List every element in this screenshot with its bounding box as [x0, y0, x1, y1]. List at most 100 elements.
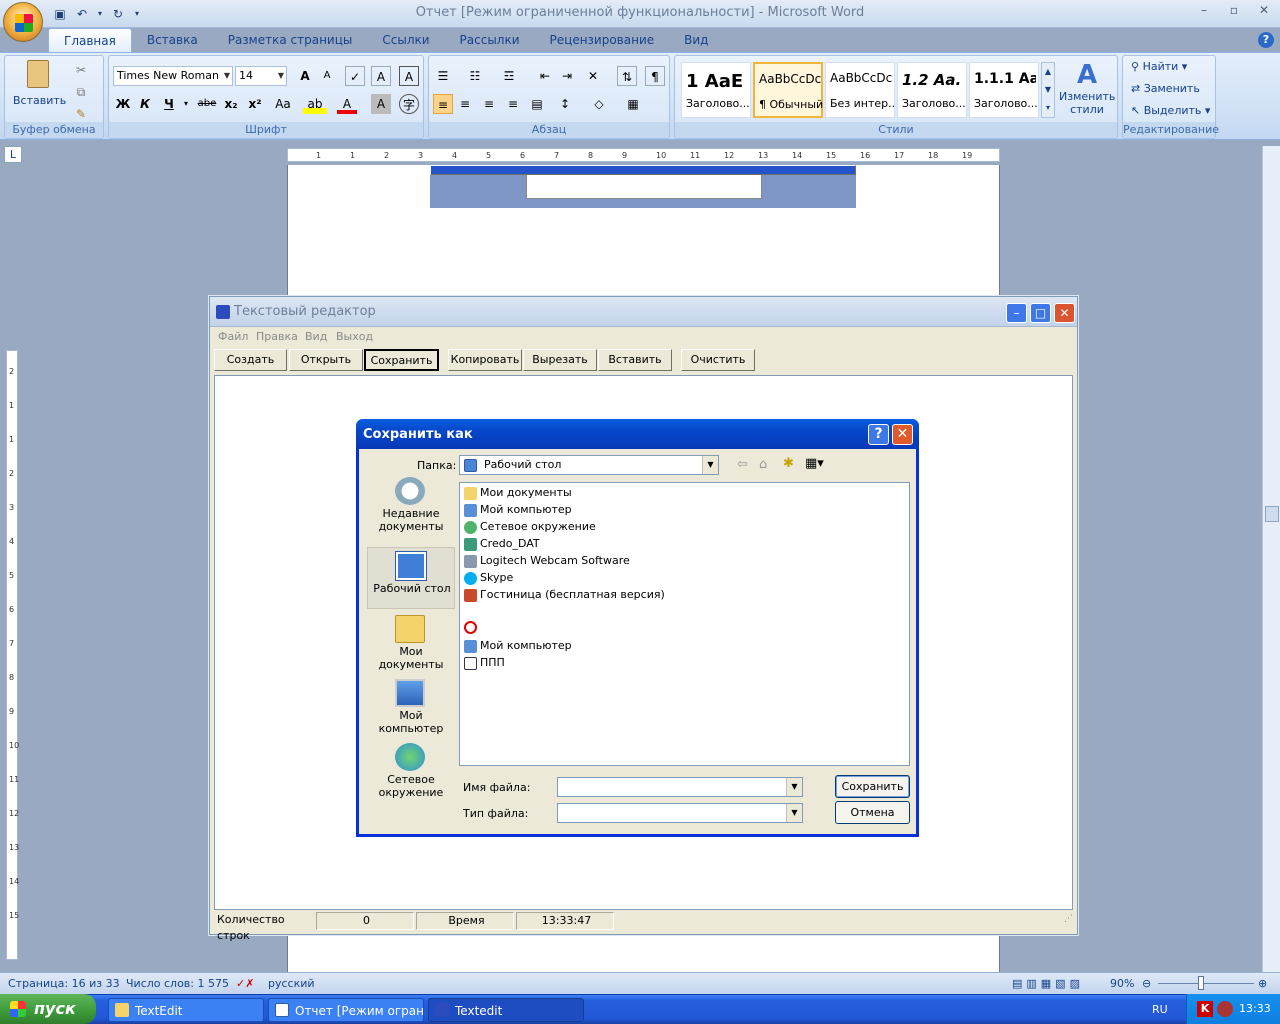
chevron-down-icon[interactable]: ▼ [786, 778, 802, 796]
zoom-in-icon[interactable]: ⊕ [1258, 977, 1267, 990]
numbering-icon[interactable]: ☷ [465, 66, 485, 86]
save-button[interactable]: Сохранить [364, 349, 439, 371]
place-recent[interactable]: Недавние документы [367, 473, 455, 535]
close-icon[interactable]: ✕ [1054, 303, 1075, 323]
style-heading-3[interactable]: 1.1.1 Аа Заголово... [969, 62, 1039, 118]
list-item[interactable]: Logitech Webcam Software [464, 553, 630, 569]
subscript-button[interactable]: x₂ [221, 94, 241, 114]
tab-references[interactable]: Ссылки [367, 28, 444, 52]
menu-edit[interactable]: Правка [256, 330, 298, 343]
cut-icon[interactable]: ✂ [71, 60, 91, 80]
select-button[interactable]: ↖ Выделить ▾ [1131, 104, 1210, 117]
strikethrough-button[interactable]: abe [197, 94, 217, 114]
tray-icon[interactable] [1217, 1001, 1233, 1017]
help-icon[interactable]: ? [868, 424, 889, 445]
decrease-indent-icon[interactable]: ⇤ [535, 66, 555, 86]
taskbar-item-word[interactable]: Отчет [Режим огран... [268, 998, 424, 1022]
language-indicator[interactable]: русский [268, 977, 315, 990]
cut-button[interactable]: Вырезать [523, 349, 597, 371]
menu-file[interactable]: Файл [218, 330, 248, 343]
style-heading-1[interactable]: 1 АаЕ Заголово... [681, 62, 751, 118]
format-painter-icon[interactable]: ✎ [71, 104, 91, 124]
vertical-ruler[interactable]: 2 1 1 2 3 4 5 6 7 8 9 10 11 12 13 14 15 [6, 350, 19, 960]
char-shading-icon[interactable]: A [371, 94, 391, 114]
highlight-icon[interactable]: ab [303, 94, 327, 114]
tab-review[interactable]: Рецензирование [535, 28, 670, 52]
restore-icon[interactable]: ▫ [1224, 3, 1244, 17]
borders-icon[interactable]: ▦ [623, 94, 643, 114]
grow-font-icon[interactable]: A [295, 66, 315, 86]
zoom-slider[interactable] [1158, 983, 1254, 984]
place-my-documents[interactable]: Мои документы [367, 611, 455, 673]
list-item[interactable]: Credo_DAT [464, 536, 540, 552]
paste-button[interactable]: Вставить [598, 349, 672, 371]
clear-button[interactable]: Очистить [681, 349, 755, 371]
horizontal-ruler[interactable]: 1 1 2 3 4 5 6 7 8 9 10 11 12 13 14 15 16 17 18 19 [287, 148, 1000, 162]
scrollbar-thumb[interactable] [1265, 506, 1279, 522]
taskbar-item-texteditor[interactable]: Textedit [428, 998, 584, 1022]
multilevel-list-icon[interactable]: ☲ [499, 66, 519, 86]
menu-exit[interactable]: Выход [336, 330, 373, 343]
align-left-icon[interactable]: ≡ [433, 94, 453, 114]
maximize-icon[interactable]: □ [1030, 303, 1051, 323]
place-desktop[interactable]: Рабочий стол [367, 547, 455, 609]
enclose-char-icon[interactable]: 字 [399, 94, 419, 114]
list-item[interactable]: Гостиница (бесплатная версия) [464, 587, 665, 603]
tab-mailings[interactable]: Рассылки [445, 28, 535, 52]
list-item[interactable]: Мой компьютер [464, 638, 572, 654]
list-item[interactable]: ППП [464, 655, 505, 671]
vertical-scrollbar[interactable] [1262, 146, 1280, 972]
copy-button[interactable]: Копировать [448, 349, 522, 371]
tab-selector[interactable]: L [4, 146, 22, 163]
bold-button[interactable]: Ж [113, 94, 133, 114]
style-no-spacing[interactable]: АаВbCcDc Без интер... [825, 62, 895, 118]
view-buttons[interactable]: ▤▥▦▧▨ [1012, 977, 1084, 990]
font-name-combo[interactable]: Times New Roman ▼ [113, 66, 233, 86]
filetype-select[interactable]: ▼ [557, 803, 803, 823]
distributed-icon[interactable]: ▤ [527, 94, 547, 114]
language-bar[interactable]: RU [1152, 1003, 1168, 1016]
up-folder-icon[interactable]: ⌂ [759, 457, 767, 472]
back-icon[interactable]: ⇦ [737, 457, 748, 472]
folder-combo[interactable]: Рабочий стол ▼ [459, 455, 719, 475]
char-border-icon[interactable]: A [399, 66, 419, 86]
proofing-icon[interactable]: ✓✗ [236, 977, 254, 990]
close-icon[interactable]: ✕ [1254, 3, 1274, 17]
shading-icon[interactable]: ◇ [589, 94, 609, 114]
list-item[interactable]: Мои документы [464, 485, 572, 501]
justify-icon[interactable]: ≡ [503, 94, 523, 114]
office-button[interactable] [3, 2, 43, 42]
tab-page-layout[interactable]: Разметка страницы [213, 28, 368, 52]
list-item[interactable]: Сетевое окружение [464, 519, 596, 535]
menu-view[interactable]: Вид [305, 330, 327, 343]
close-icon[interactable]: ✕ [892, 424, 913, 445]
style-heading-2[interactable]: 1.2 Аа. Заголово... [897, 62, 967, 118]
page-indicator[interactable]: Страница: 16 из 33 [8, 977, 120, 990]
change-styles-button[interactable]: A Изменить стили [1059, 60, 1115, 120]
copy-icon[interactable]: ⧉ [71, 82, 91, 102]
zoom-out-icon[interactable]: ⊖ [1142, 977, 1151, 990]
sort-icon[interactable]: ⇅ [617, 66, 637, 86]
tab-home[interactable]: Главная [48, 28, 132, 52]
tab-insert[interactable]: Вставка [132, 28, 213, 52]
zoom-level[interactable]: 90% [1110, 977, 1134, 990]
chevron-down-icon[interactable]: ▼ [786, 804, 802, 822]
chevron-down-icon[interactable]: ▾ [181, 94, 191, 114]
find-button[interactable]: ⚲ Найти ▾ [1131, 60, 1187, 73]
italic-button[interactable]: К [135, 94, 155, 114]
list-item[interactable]: Skype [464, 570, 513, 586]
minimize-icon[interactable]: – [1194, 3, 1214, 17]
file-list[interactable]: Мои документы Мой компьютер Сетевое окру… [459, 482, 910, 766]
show-marks-icon[interactable]: ¶ [645, 66, 665, 86]
minimize-icon[interactable]: – [1006, 303, 1027, 323]
change-case-button[interactable]: Aa [269, 94, 297, 114]
resize-grip-icon[interactable]: ⋰ [1064, 914, 1073, 924]
tab-view[interactable]: Вид [669, 28, 723, 52]
bullets-icon[interactable]: ☰ [433, 66, 453, 86]
dialog-save-button[interactable]: Сохранить [835, 775, 910, 798]
replace-button[interactable]: ⇄ Заменить [1131, 82, 1200, 95]
word-count[interactable]: Число слов: 1 575 [126, 977, 229, 990]
superscript-button[interactable]: x² [245, 94, 265, 114]
open-button[interactable]: Открыть [289, 349, 363, 371]
align-right-icon[interactable]: ≡ [479, 94, 499, 114]
